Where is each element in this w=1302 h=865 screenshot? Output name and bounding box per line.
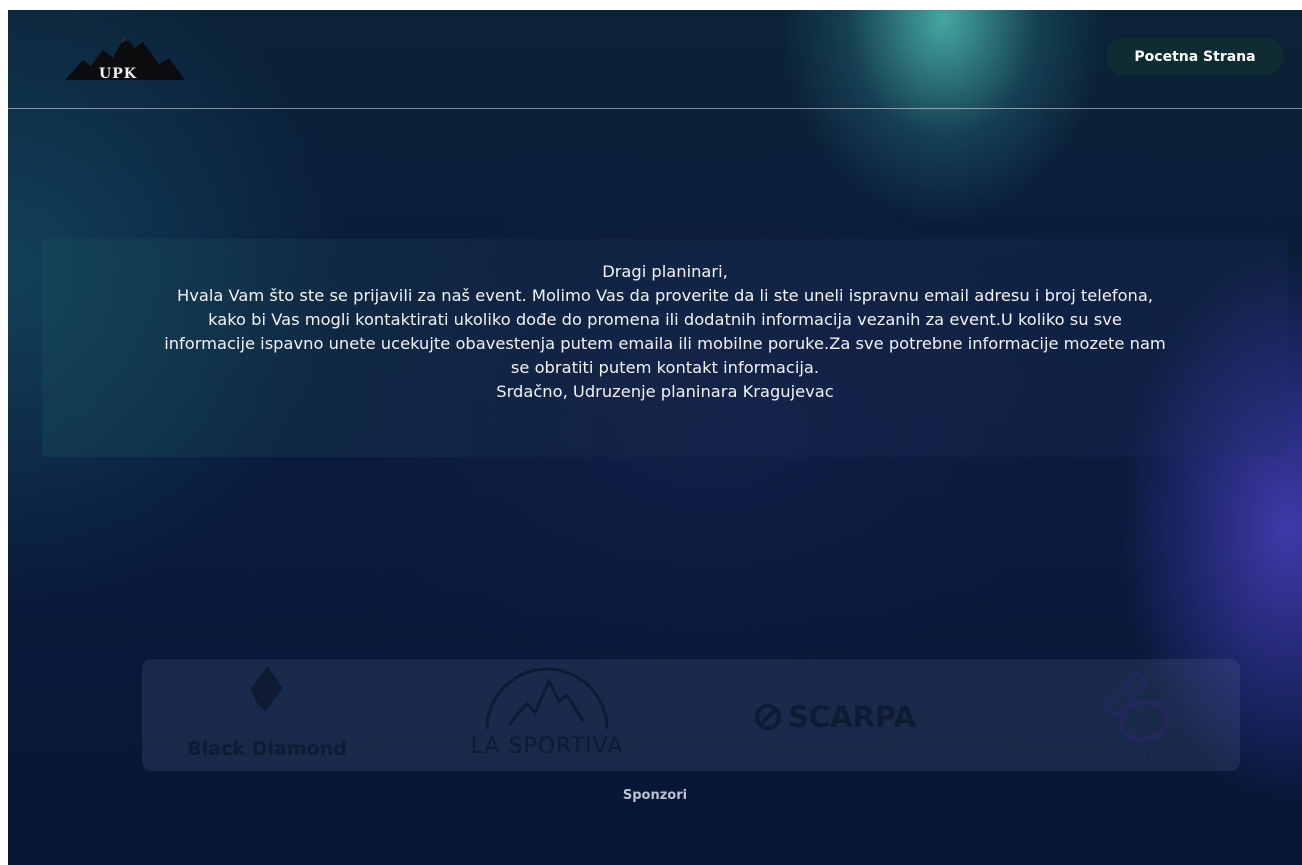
message-line: informacije ispavno unete ucekujte obave…	[164, 334, 1166, 353]
page-background: UPK Pocetna Strana Dragi planinari, Hval…	[8, 10, 1302, 865]
sponsor-la-sportiva[interactable]: LA SPORTIVA	[427, 667, 657, 753]
sponsor-scarpa[interactable]: SCARPA	[752, 697, 982, 737]
logo-label: LA SPORTIVA	[471, 734, 624, 753]
message-line: se obratiti putem kontakt informacija.	[510, 358, 820, 377]
black-diamond-logo-icon: Black Diamond	[187, 666, 347, 760]
logo-label: FIVE TEN	[1106, 748, 1168, 762]
logo-label: SCARPA	[788, 700, 917, 734]
logo-text: UPK	[99, 66, 137, 82]
message-line: kako bi Vas mogli kontaktirati ukoliko d…	[208, 310, 1122, 329]
logo-label: Black Diamond	[187, 738, 346, 760]
message-line: Srdačno, Udruzenje planinara Kragujevac	[496, 382, 834, 401]
la-sportiva-logo-icon: LA SPORTIVA	[471, 667, 624, 753]
message-line: Dragi planinari,	[602, 262, 728, 281]
five-ten-logo-icon: FIVE TEN	[1101, 670, 1170, 762]
home-button[interactable]: Pocetna Strana	[1106, 38, 1284, 75]
sponsors-caption: Sponzori	[622, 788, 688, 803]
message-line: Hvala Vam što ste se prijavili za naš ev…	[176, 286, 1154, 305]
sponsors-strip: Black Diamond LA SPORTIVA SCARPA FIVE TE…	[142, 659, 1240, 771]
sponsor-five-ten[interactable]: FIVE TEN	[1077, 663, 1197, 763]
thank-you-message: Dragi planinari, Hvala Vam što ste se pr…	[42, 260, 1288, 404]
sponsor-black-diamond[interactable]: Black Diamond	[182, 662, 352, 762]
message-box: Dragi planinari, Hvala Vam što ste se pr…	[42, 239, 1288, 457]
site-header: UPK Pocetna Strana	[8, 10, 1302, 109]
upk-logo[interactable]: UPK	[65, 30, 185, 88]
scarpa-logo-icon: SCARPA	[755, 700, 917, 734]
